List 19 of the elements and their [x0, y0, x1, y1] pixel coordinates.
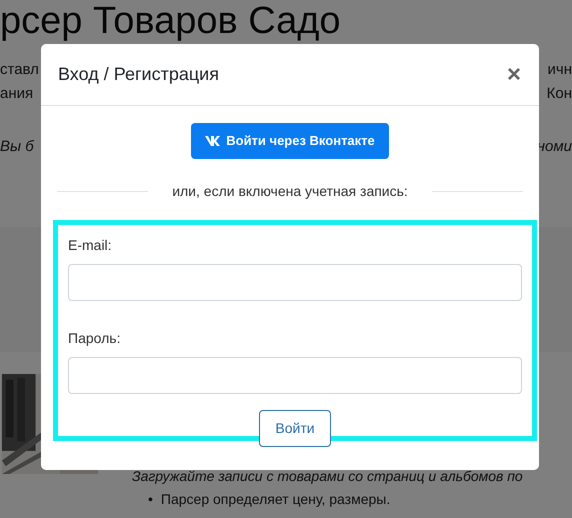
- bullet-mark: •: [148, 490, 153, 509]
- login-button[interactable]: Войти: [259, 410, 331, 446]
- page-text: ичн: [548, 60, 572, 80]
- divider-text: или, если включена учетная запись:: [172, 182, 408, 201]
- field-label: Пароль:: [68, 328, 122, 348]
- list-item: Парсер определяет цену, размеры.: [160, 490, 390, 509]
- logo-icon: [205, 136, 222, 146]
- page-text: Кон: [546, 84, 572, 104]
- field-label: E-mail:: [68, 236, 113, 254]
- page-text: ания: [0, 84, 34, 104]
- page-text: Вы б: [0, 137, 34, 157]
- page-text: ставл: [0, 60, 39, 80]
- page-text: Загружайте записи с товарами со страниц и альбомов по: [132, 467, 523, 486]
- dialog-title: Вход / Регистрация: [58, 63, 219, 86]
- vk-login-button[interactable]: Войти через Вконтакте: [191, 123, 389, 158]
- input-field[interactable]: [68, 356, 522, 394]
- input-field[interactable]: [68, 264, 522, 300]
- close-button[interactable]: ×: [506, 62, 521, 86]
- page-heading: рсер Товаров Садо: [0, 0, 342, 42]
